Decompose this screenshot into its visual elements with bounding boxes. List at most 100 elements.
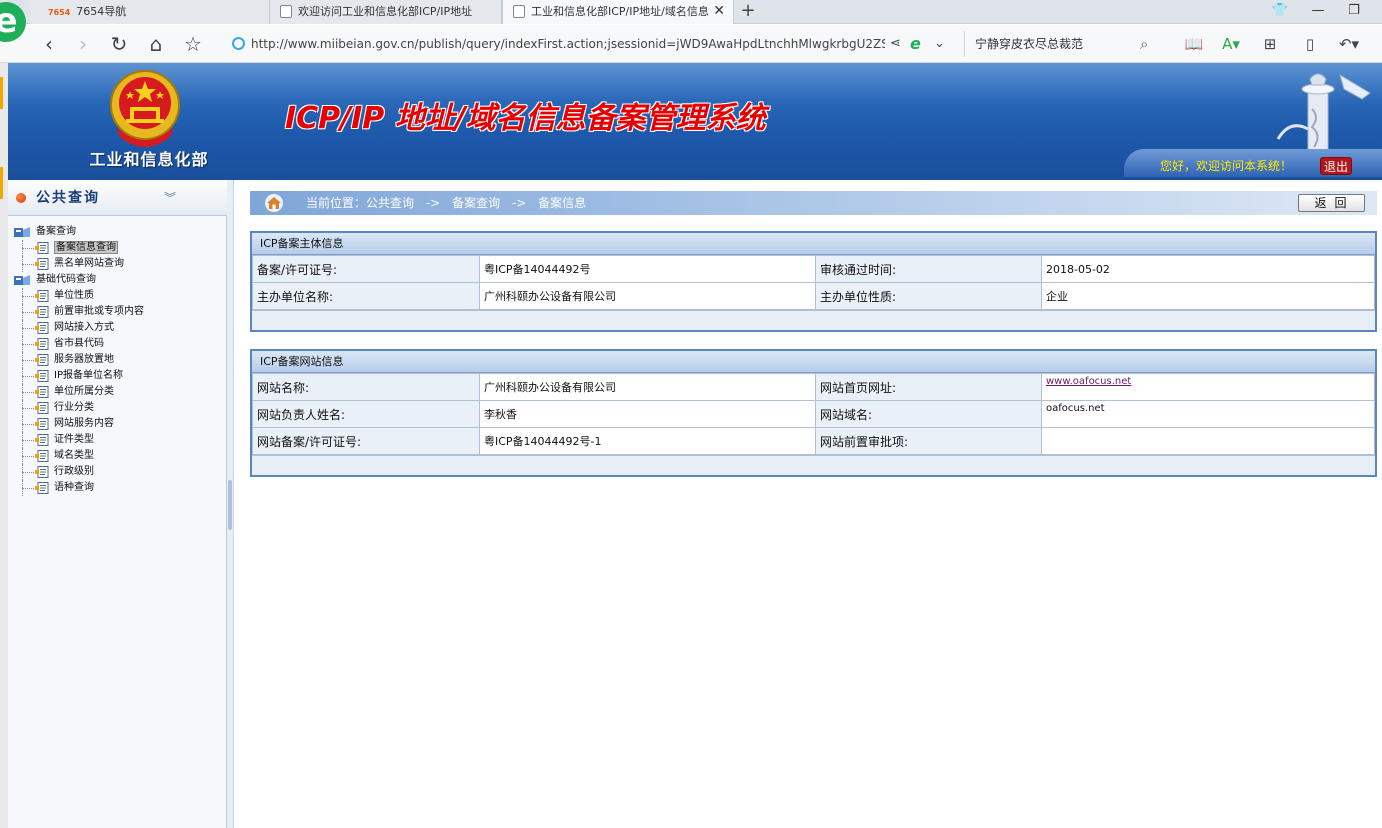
panel-footer bbox=[252, 455, 1375, 475]
splitter-grip[interactable] bbox=[228, 480, 232, 530]
sidebar-item[interactable]: IP报备单位名称 bbox=[12, 368, 224, 384]
shirt-skin-icon[interactable]: 👕 bbox=[1266, 0, 1294, 24]
browser-tab-bar: e 7654 7654导航 欢迎访问工业和信息化部ICP/IP地址 工业和信息化部… bbox=[0, 0, 1382, 42]
breadcrumb: 当前位置：公共查询 -> 备案查询 -> 备案信息 返回 bbox=[250, 191, 1377, 215]
sidebar-item[interactable]: 黑名单网站查询 bbox=[12, 256, 224, 272]
bullet-icon bbox=[16, 193, 26, 203]
sidebar-splitter[interactable] bbox=[227, 180, 234, 828]
sidebar-item-label: 单位所属分类 bbox=[54, 386, 114, 397]
sidebar-item-label: 域名类型 bbox=[54, 450, 94, 461]
ie-mode-icon[interactable]: e bbox=[910, 31, 921, 57]
translate-icon[interactable]: A▾ bbox=[1216, 31, 1246, 57]
tab-welcome[interactable]: 欢迎访问工业和信息化部ICP/IP地址 bbox=[270, 0, 502, 24]
page-icon bbox=[513, 5, 525, 18]
sidebar-item-label: 单位性质 bbox=[54, 290, 94, 301]
back-arrow-icon[interactable]: ‹ bbox=[36, 31, 62, 57]
field-value: oafocus.net bbox=[1041, 400, 1375, 428]
undo-icon[interactable]: ↶▾ bbox=[1332, 31, 1366, 57]
system-title: ICP/IP 地址/域名信息备案管理系统 bbox=[285, 101, 766, 136]
sidebar-item-label: 省市县代码 bbox=[54, 338, 104, 349]
document-icon bbox=[35, 322, 49, 334]
sidebar-item-label: 备案信息查询 bbox=[54, 241, 118, 254]
forward-arrow-icon[interactable]: › bbox=[70, 31, 96, 57]
sidebar-item[interactable]: 单位所属分类 bbox=[12, 384, 224, 400]
site-table: 网站名称: 广州科颐办公设备有限公司 网站首页网址: www.oafocus.net 网… bbox=[252, 373, 1375, 455]
panel-title: ICP备案网站信息 bbox=[252, 351, 1375, 373]
table-row: 主办单位名称: 广州科颐办公设备有限公司 主办单位性质: 企业 bbox=[252, 282, 1375, 310]
refresh-icon[interactable]: ↻ bbox=[106, 31, 132, 57]
sidebar-item[interactable]: 行业分类 bbox=[12, 400, 224, 416]
dock-marker bbox=[0, 77, 3, 109]
tab-icp-active[interactable]: 工业和信息化部ICP/IP地址/域名信息 ✕ bbox=[502, 0, 734, 24]
restore-icon[interactable]: ❐ bbox=[1340, 0, 1368, 24]
address-bar[interactable]: http://www.miibeian.gov.cn/publish/query… bbox=[226, 31, 956, 57]
breadcrumb-level2[interactable]: 备案查询 bbox=[452, 196, 500, 210]
sidebar-item[interactable]: 前置审批或专项内容 bbox=[12, 304, 224, 320]
sidebar-item-label: 行业分类 bbox=[54, 402, 94, 413]
field-label: 审核通过时间: bbox=[815, 255, 1042, 283]
logout-button[interactable]: 退出 bbox=[1320, 157, 1352, 175]
breadcrumb-root[interactable]: 当前位置：公共查询 bbox=[306, 196, 414, 210]
document-icon bbox=[35, 338, 49, 350]
document-icon bbox=[35, 290, 49, 302]
document-icon bbox=[35, 450, 49, 462]
sidebar-item-label: 网站服务内容 bbox=[54, 418, 114, 429]
apps-grid-icon[interactable]: ⊞ bbox=[1258, 31, 1282, 57]
sidebar-item[interactable]: 证件类型 bbox=[12, 432, 224, 448]
sidebar-item[interactable]: 备案信息查询 bbox=[12, 240, 224, 256]
document-icon bbox=[35, 434, 49, 446]
reader-book-icon[interactable]: 📖 bbox=[1182, 31, 1206, 57]
tree-group[interactable]: 基础代码查询 bbox=[12, 272, 224, 288]
document-icon bbox=[35, 386, 49, 398]
tablet-icon[interactable]: ▯ bbox=[1298, 31, 1322, 57]
sidebar-item[interactable]: 网站接入方式 bbox=[12, 320, 224, 336]
document-icon bbox=[35, 258, 49, 270]
return-button[interactable]: 返回 bbox=[1298, 194, 1365, 212]
field-value: 企业 bbox=[1041, 282, 1375, 310]
homepage-link[interactable]: www.oafocus.net bbox=[1046, 376, 1131, 387]
sidebar-item-label: 证件类型 bbox=[54, 434, 94, 445]
field-label: 网站前置审批项: bbox=[815, 427, 1042, 455]
new-tab-button[interactable]: + bbox=[738, 0, 758, 24]
site-info-icon[interactable] bbox=[232, 37, 245, 50]
sidebar-item[interactable]: 单位性质 bbox=[12, 288, 224, 304]
field-label: 网站负责人姓名: bbox=[252, 400, 480, 428]
sidebar-item[interactable]: 行政级别 bbox=[12, 464, 224, 480]
breadcrumb-text: 当前位置：公共查询 -> 备案查询 -> 备案信息 bbox=[306, 195, 594, 211]
search-icon[interactable]: ⌕ bbox=[1140, 31, 1148, 57]
table-row: 网站备案/许可证号: 粤ICP备14044492号-1 网站前置审批项: bbox=[252, 427, 1375, 455]
field-label: 网站域名: bbox=[815, 400, 1042, 428]
home-icon[interactable]: ⌂ bbox=[143, 31, 169, 57]
document-icon bbox=[35, 402, 49, 414]
breadcrumb-level3: 备案信息 bbox=[538, 196, 587, 210]
document-icon bbox=[35, 242, 49, 254]
tree-group[interactable]: 备案查询 bbox=[12, 224, 224, 240]
sidebar-item[interactable]: 服务器放置地 bbox=[12, 352, 224, 368]
close-tab-icon[interactable]: ✕ bbox=[713, 0, 725, 23]
sidebar-item[interactable]: 网站服务内容 bbox=[12, 416, 224, 432]
tab-label: 欢迎访问工业和信息化部ICP/IP地址 bbox=[298, 5, 473, 18]
field-label: 网站名称: bbox=[252, 373, 480, 401]
minimize-icon[interactable]: — bbox=[1304, 0, 1332, 24]
entity-table: 备案/许可证号: 粤ICP备14044492号 审核通过时间: 2018-05-02 主… bbox=[252, 255, 1375, 310]
sidebar-item[interactable]: 省市县代码 bbox=[12, 336, 224, 352]
share-icon[interactable]: ⋖ bbox=[890, 31, 901, 57]
document-icon bbox=[35, 482, 49, 494]
tab-7654-nav[interactable]: 7654 7654导航 bbox=[30, 0, 270, 24]
collapse-chevron-icon[interactable]: ︾ bbox=[164, 189, 176, 206]
sidebar-tree: 备案查询 备案信息查询 黑名单网站查询基础代码查询单位性质前置审批或专项内容 网站接入… bbox=[12, 224, 224, 496]
field-value: 广州科颐办公设备有限公司 bbox=[479, 373, 816, 401]
sidebar-item-label: IP报备单位名称 bbox=[54, 370, 123, 381]
chevron-down-icon[interactable]: ⌄ bbox=[934, 31, 945, 57]
sidebar-item[interactable]: 域名类型 bbox=[12, 448, 224, 464]
document-icon bbox=[35, 466, 49, 478]
favorite-star-icon[interactable]: ☆ bbox=[180, 31, 206, 57]
sidebar-item[interactable]: 语种查询 bbox=[12, 480, 224, 496]
tab-favicon-7654: 7654 bbox=[48, 8, 71, 17]
header-gloss bbox=[8, 63, 1382, 101]
search-input[interactable]: 宁静穿皮衣尽总裁范 bbox=[964, 31, 1164, 57]
sidebar-item-label: 黑名单网站查询 bbox=[54, 258, 124, 269]
folder-icon bbox=[14, 227, 30, 237]
ministry-name: 工业和信息化部 bbox=[89, 150, 209, 169]
panel-footer bbox=[252, 310, 1375, 330]
